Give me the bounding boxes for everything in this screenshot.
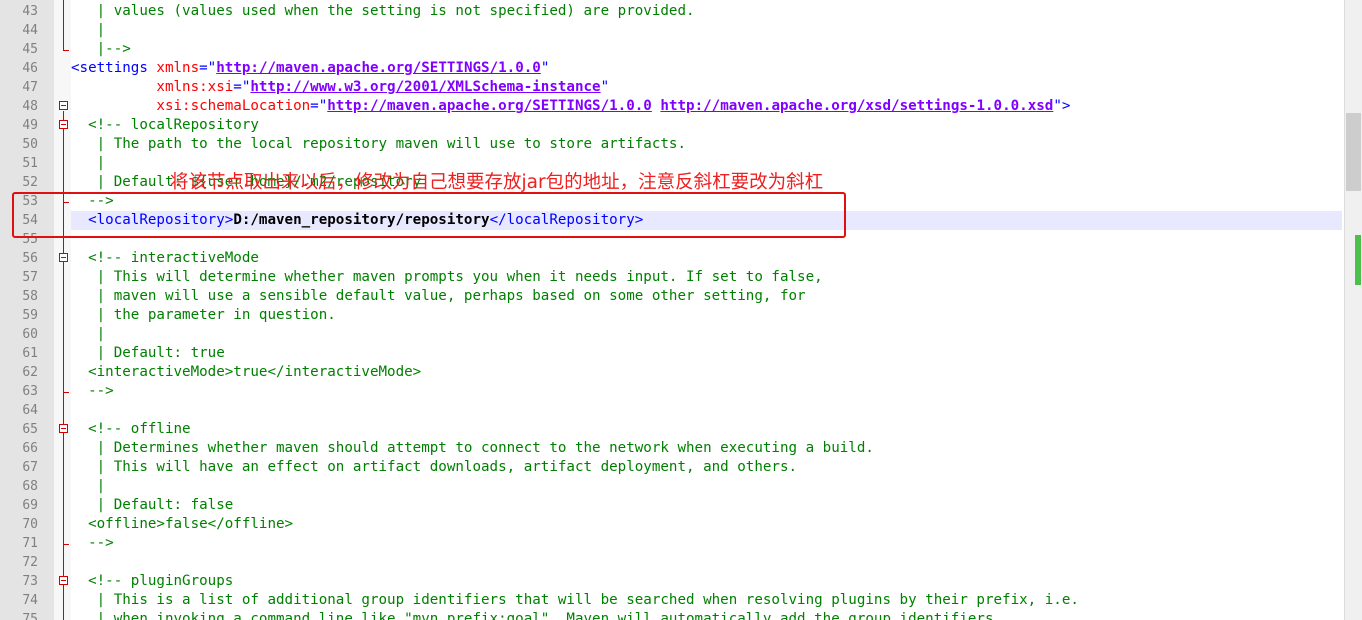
line-number: 45	[22, 42, 38, 57]
line-number: 62	[22, 365, 38, 380]
code-line: xsi:schemaLocation="http://maven.apache.…	[156, 98, 1071, 114]
fold-guide-end	[63, 392, 69, 393]
code-line: <!-- interactiveMode	[88, 250, 259, 266]
line-number: 68	[22, 479, 38, 494]
line-number: 63	[22, 384, 38, 399]
line-number: 72	[22, 555, 38, 570]
fold-minus-icon[interactable]	[59, 253, 68, 262]
code-line: |	[96, 478, 106, 494]
line-number: 47	[22, 80, 38, 95]
line-number: 58	[22, 289, 38, 304]
code-line: <!-- offline	[88, 421, 191, 437]
line-number: 61	[22, 346, 38, 361]
line-number-gutter: 43 44 45 46 47 48 49 50 51 52 53 54 55 5…	[0, 0, 54, 620]
line-number: 44	[22, 23, 38, 38]
line-number: 52	[22, 175, 38, 190]
code-line: | maven will use a sensible default valu…	[96, 288, 806, 304]
fold-guide	[63, 0, 64, 51]
code-line: | The path to the local repository maven…	[96, 136, 686, 152]
fold-guide-end	[63, 50, 69, 51]
line-number: 67	[22, 460, 38, 475]
code-editor[interactable]: 43 44 45 46 47 48 49 50 51 52 53 54 55 5…	[0, 0, 1344, 620]
line-number: 71	[22, 536, 38, 551]
code-line: -->	[88, 383, 114, 399]
line-number: 43	[22, 4, 38, 19]
line-number: 51	[22, 156, 38, 171]
code-line: <interactiveMode>true</interactiveMode>	[88, 364, 422, 380]
fold-minus-icon[interactable]	[59, 120, 68, 129]
fold-guide-end	[63, 544, 69, 545]
fold-minus-icon[interactable]	[59, 424, 68, 433]
line-number: 56	[22, 251, 38, 266]
annotation-text: 将该节点取出来以后，修改为自己想要存放jar包的地址，注意反斜杠要改为斜杠	[170, 172, 824, 193]
line-number: 57	[22, 270, 38, 285]
line-number: 59	[22, 308, 38, 323]
code-line: -->	[88, 535, 114, 551]
code-line: |	[96, 326, 106, 342]
code-line: <!-- localRepository	[88, 117, 259, 133]
code-line: xmlns:xsi="http://www.w3.org/2001/XMLSch…	[156, 79, 610, 95]
line-number: 64	[22, 403, 38, 418]
code-line: | Determines whether maven should attemp…	[96, 440, 874, 456]
fold-minus-icon[interactable]	[59, 576, 68, 585]
line-number: 69	[22, 498, 38, 513]
line-number: 48	[22, 99, 38, 114]
line-number: 60	[22, 327, 38, 342]
line-number: 49	[22, 118, 38, 133]
scrollbar-thumb[interactable]	[1346, 113, 1361, 191]
line-number: 70	[22, 517, 38, 532]
line-number: 74	[22, 593, 38, 608]
code-line: | This is a list of additional group ide…	[96, 592, 1079, 608]
code-line: <settings xmlns="http://maven.apache.org…	[71, 60, 550, 76]
line-number: 50	[22, 137, 38, 152]
line-number: 65	[22, 422, 38, 437]
line-number: 46	[22, 61, 38, 76]
line-number: 73	[22, 574, 38, 589]
code-line: |	[96, 22, 106, 38]
code-line: | the parameter in question.	[96, 307, 336, 323]
code-line: <!-- pluginGroups	[88, 573, 234, 589]
code-line: |-->	[96, 41, 131, 57]
code-line: | when invoking a command line like "mvn…	[96, 611, 994, 620]
code-line: | This will determine whether maven prom…	[96, 269, 823, 285]
scrollbar-change-marker	[1355, 235, 1361, 285]
fold-minus-icon[interactable]	[59, 101, 68, 110]
code-line: | values (values used when the setting i…	[96, 3, 695, 19]
line-number: 66	[22, 441, 38, 456]
code-line: <offline>false</offline>	[88, 516, 294, 532]
vertical-scrollbar[interactable]	[1344, 0, 1362, 620]
code-line: | Default: false	[96, 497, 234, 513]
code-line: | This will have an effect on artifact d…	[96, 459, 798, 475]
annotation-highlight-box	[12, 192, 846, 238]
code-line: | Default: true	[96, 345, 225, 361]
line-number: 75	[22, 612, 38, 620]
